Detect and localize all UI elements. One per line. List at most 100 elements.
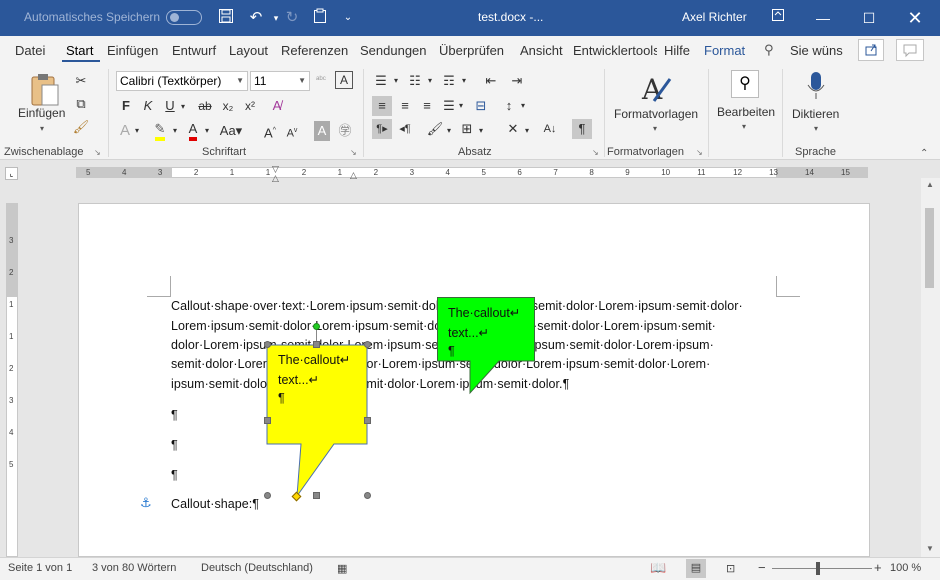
font-launcher-icon[interactable]: ↘ [350,148,357,157]
resize-handle-left[interactable] [264,417,271,424]
yellow-callout-text[interactable]: text...↵ [278,372,319,387]
rtl-icon[interactable]: ◂¶ [396,119,414,139]
page-count[interactable]: Seite 1 von 1 [8,562,72,574]
styles-icon[interactable]: A [640,69,674,107]
resize-handle-bottom-left[interactable] [264,492,271,499]
resize-handle-bottom-right[interactable] [364,492,371,499]
font-color-icon[interactable]: A [184,119,202,141]
green-callout-text[interactable]: The·callout↵ [448,305,520,320]
undo-icon[interactable]: ↶ [246,8,266,28]
bold-icon[interactable]: F [118,96,134,116]
green-callout-text[interactable]: ¶ [448,344,455,358]
cut-icon[interactable]: ✂ [72,71,90,91]
multilevel-dropdown-icon[interactable]: ▾ [460,71,468,91]
numbering-icon[interactable]: ☷ [406,71,424,91]
zoom-in-icon[interactable]: + [874,560,882,575]
resize-handle-top[interactable] [313,341,320,348]
callout-shape-paragraph[interactable]: Callout·shape:¶ [171,497,259,511]
resize-handle-top-left[interactable] [264,341,271,348]
tab-entwurf[interactable]: Entwurf [172,43,216,58]
borders-dropdown-icon[interactable]: ▾ [477,121,485,141]
format-painter-icon[interactable]: 🖌 [72,117,90,137]
dictate-dropdown-icon[interactable]: ▾ [814,124,818,133]
align-left-icon[interactable]: ≡ [372,96,392,116]
tab-einfuegen[interactable]: Einfügen [107,43,158,58]
yellow-callout-shape[interactable] [266,344,370,502]
underline-icon[interactable]: U [162,96,178,116]
user-name[interactable]: Axel Richter [682,10,747,24]
scroll-down-icon[interactable]: ▼ [926,544,934,553]
align-center-icon[interactable]: ≡ [396,96,414,116]
align-right-icon[interactable]: ≡ [418,96,436,116]
decrease-indent-icon[interactable]: ⇤ [482,71,500,91]
tab-ansicht[interactable]: Ansicht [520,43,563,58]
text-effects-a-icon[interactable]: A [335,71,353,89]
paragraph-launcher-icon[interactable]: ↘ [592,148,599,157]
clipboard-action-icon[interactable] [310,8,330,28]
justify-dropdown-icon[interactable]: ▾ [457,96,465,116]
multilevel-list-icon[interactable]: ☶ [440,71,458,91]
customize-toolbar-icon[interactable]: ⌄ [338,8,358,28]
increase-indent-icon[interactable]: ⇥ [508,71,526,91]
print-layout-icon[interactable]: ▤ [686,559,706,578]
scroll-thumb[interactable] [925,208,934,288]
comments-icon[interactable] [896,39,924,61]
minimize-icon[interactable]: — [800,0,846,36]
zoom-slider-thumb[interactable] [816,562,820,575]
empty-paragraph[interactable]: ¶ [171,438,178,452]
superscript-icon[interactable]: x² [242,96,258,116]
asian-layout-dropdown-icon[interactable]: ▾ [523,121,531,141]
tell-me-search[interactable]: Sie wüns [790,43,843,58]
shading-dropdown-icon[interactable]: ▾ [445,121,453,141]
borders-icon[interactable]: ⊞ [458,119,476,139]
yellow-callout-text[interactable]: The·callout↵ [278,352,350,367]
read-mode-icon[interactable]: 📖 [650,560,666,576]
resize-handle-right[interactable] [364,417,371,424]
yellow-callout-text[interactable]: ¶ [278,391,285,405]
collapse-ribbon-icon[interactable]: ⌃ [920,148,928,159]
tab-format[interactable]: Format [704,43,745,58]
strikethrough-icon[interactable]: ab [195,96,215,116]
sort-icon[interactable]: A↓ [540,119,560,139]
change-case-icon[interactable]: Aa▾ [218,121,244,141]
zoom-out-icon[interactable]: − [758,560,766,575]
decrease-font-icon[interactable]: Av [284,121,300,141]
clear-formatting-icon[interactable]: A̸ [268,96,286,116]
tab-referenzen[interactable]: Referenzen [281,43,348,58]
language-status[interactable]: Deutsch (Deutschland) [201,562,313,574]
copy-icon[interactable]: ⧉ [72,94,90,114]
zoom-slider-track[interactable] [772,568,872,569]
web-layout-icon[interactable]: ⊡ [726,562,735,575]
share-icon[interactable] [858,39,884,61]
tab-ueberpruefen[interactable]: Überprüfen [439,43,504,58]
font-color-dropdown-icon[interactable]: ▾ [203,121,211,141]
styles-launcher-icon[interactable]: ↘ [696,148,703,157]
grow-font-icon[interactable]: ᵃᵇᶜ [313,69,329,89]
subscript-icon[interactable]: x₂ [220,96,236,116]
numbering-dropdown-icon[interactable]: ▾ [426,71,434,91]
clipboard-launcher-icon[interactable]: ↘ [94,148,101,157]
editing-label[interactable]: Bearbeiten [717,105,775,119]
vertical-scrollbar[interactable]: ▲ ▼ [921,178,940,557]
line-spacing-dropdown-icon[interactable]: ▾ [519,96,527,116]
enclose-characters-icon[interactable]: ㊫ [336,121,354,141]
scroll-up-icon[interactable]: ▲ [926,180,934,189]
search-icon[interactable]: ⚲ [764,42,774,58]
ribbon-display-options-icon[interactable] [768,8,788,28]
maximize-icon[interactable]: ☐ [846,0,892,36]
tab-datei[interactable]: Datei [15,43,45,58]
tab-selector-icon[interactable]: ⌞ [5,167,18,180]
hanging-indent-icon[interactable]: △ [272,173,279,184]
empty-paragraph[interactable]: ¶ [171,408,178,422]
tab-start[interactable]: Start [66,43,93,58]
resize-handle-bottom[interactable] [313,492,320,499]
highlight-dropdown-icon[interactable]: ▾ [171,121,179,141]
dictate-label[interactable]: Diktieren [792,107,839,121]
styles-dropdown-icon[interactable]: ▾ [653,124,657,133]
tab-stop-icon[interactable]: △ [350,170,357,181]
bullets-dropdown-icon[interactable]: ▾ [392,71,400,91]
character-shading-icon[interactable]: A [314,121,330,141]
rotation-handle[interactable] [313,323,320,330]
paste-label[interactable]: Einfügen [18,106,65,120]
redo-icon[interactable]: ↻ [282,8,302,28]
